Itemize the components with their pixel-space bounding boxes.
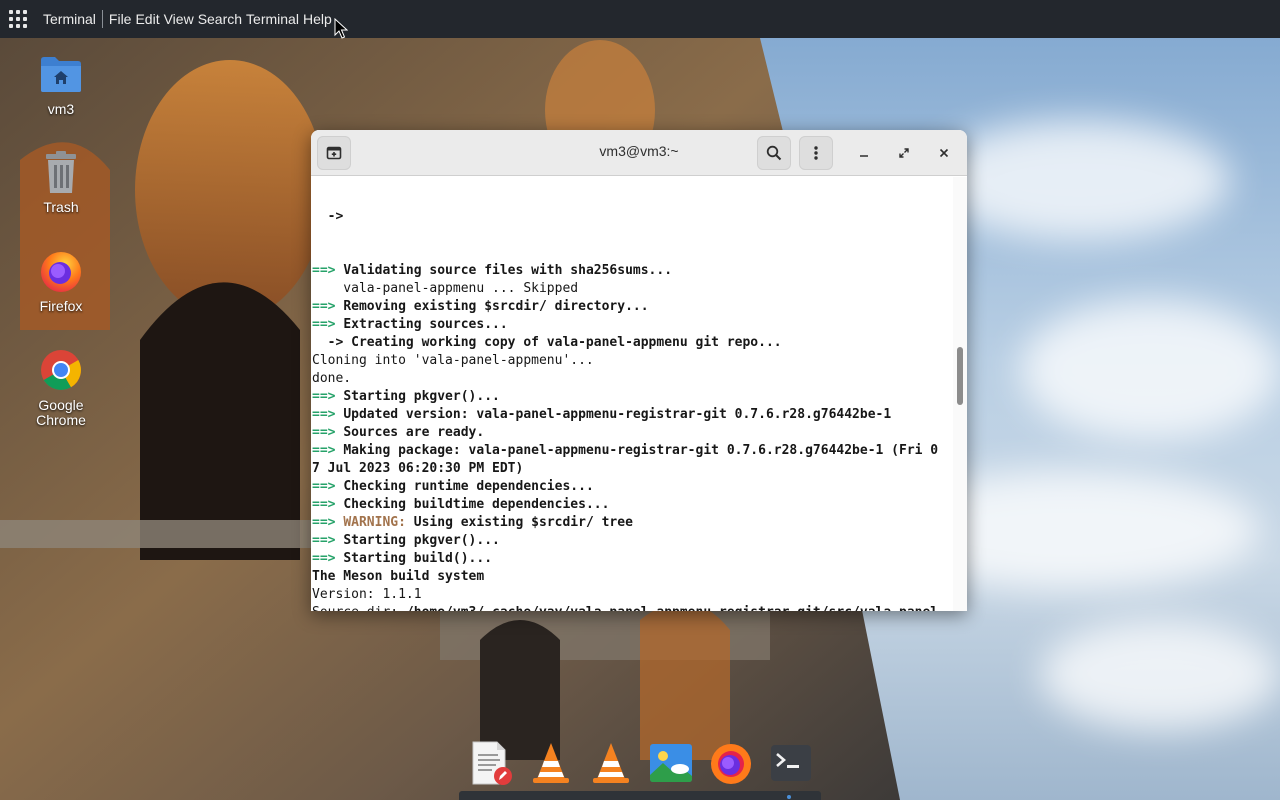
text-editor-icon [472,741,512,785]
desktop-icon-label: vm3 [47,101,75,117]
minimize-button[interactable] [851,140,877,166]
firefox-icon [39,249,83,293]
apps-grid-icon[interactable] [0,0,36,38]
terminal-line: done. [312,371,352,386]
terminal-icon [771,745,811,781]
terminal-line: ==> Starting pkgver()... [312,533,500,548]
menu-search[interactable]: Search [198,11,242,27]
terminal-lines: -> ==> Validating source files with sha2… [312,177,952,611]
terminal-line: Version: 1.1.1 [312,587,422,602]
menu-file[interactable]: File [109,11,132,27]
search-button[interactable] [757,136,791,170]
terminal-line-partial: -> [312,209,352,224]
terminal-line: ==> WARNING: Using existing $srcdir/ tre… [312,515,633,530]
image-viewer-icon [650,744,692,782]
vlc-icon [593,743,629,783]
terminal-output[interactable]: -> ==> Validating source files with sha2… [311,177,967,611]
close-icon [939,148,949,158]
close-button[interactable] [931,140,957,166]
menu-separator [101,10,103,28]
menu-button[interactable] [799,136,833,170]
terminal-line: ==> Making package: vala-panel-appmenu-r… [312,443,939,458]
desktop-icon-label: Firefox [39,298,83,314]
dock-item-vlc-2[interactable] [585,737,637,789]
search-icon [766,145,782,161]
dock-item-firefox[interactable] [705,737,757,789]
desktop-icon-trash[interactable]: Trash [14,150,108,215]
menu-edit[interactable]: Edit [135,11,159,27]
firefox-icon [711,744,751,784]
dock-item-terminal[interactable] [765,737,817,789]
kebab-menu-icon [814,146,818,160]
maximize-button[interactable] [891,140,917,166]
menu-terminal[interactable]: Terminal [246,11,299,27]
desktop-icon-home[interactable]: vm3 [14,52,108,117]
vlc-icon [533,743,569,783]
desktop-icon-firefox[interactable]: Firefox [14,249,108,314]
terminal-line: Source dir: /home/vm3/.cache/yay/vala-pa… [312,604,952,611]
desktop-icon-label: Google Chrome [36,397,86,428]
menu-help[interactable]: Help [303,11,332,27]
terminal-line: vala-panel-appmenu ... Skipped [312,281,579,296]
global-app-menu: Terminal File Edit View Search Terminal … [36,10,332,28]
terminal-line: ==> Checking runtime dependencies... [312,479,594,494]
terminal-line: ==> Sources are ready. [312,425,485,440]
new-tab-button[interactable] [317,136,351,170]
menu-view[interactable]: View [164,11,194,27]
chrome-icon [39,348,83,392]
terminal-scrollbar[interactable] [953,177,967,611]
mouse-pointer-icon [334,18,348,39]
dock [465,735,817,791]
terminal-line: ==> Checking buildtime dependencies... [312,497,610,512]
dock-item-vlc[interactable] [525,737,577,789]
maximize-icon [899,148,909,158]
dock-item-text-editor[interactable] [465,737,517,789]
terminal-line: ==> Removing existing $srcdir/ directory… [312,299,649,314]
dock-item-image-viewer[interactable] [645,737,697,789]
top-bar: Terminal File Edit View Search Terminal … [0,0,1280,38]
minimize-icon [860,155,868,157]
terminal-line: ==> Extracting sources... [312,317,508,332]
home-folder-icon [39,52,83,96]
scrollbar-thumb[interactable] [957,347,963,405]
menu-app-name[interactable]: Terminal [43,11,96,27]
terminal-window: vm3@vm3:~ -> ==> Validating source files… [311,130,967,611]
desktop-icon-chrome[interactable]: Google Chrome [14,348,108,428]
trash-icon [39,150,83,194]
running-indicator [787,795,791,799]
terminal-line: -> Creating working copy of vala-panel-a… [312,335,782,350]
terminal-line: ==> Validating source files with sha256s… [312,263,673,278]
terminal-line: ==> Starting build()... [312,551,493,566]
terminal-line: ==> Starting pkgver()... [312,389,500,404]
terminal-line: Cloning into 'vala-panel-appmenu'... [312,353,594,368]
terminal-line: The Meson build system [312,569,485,584]
desktop-icon-label: Trash [43,199,79,215]
terminal-line: ==> Updated version: vala-panel-appmenu-… [312,407,892,422]
new-tab-icon [326,146,342,160]
terminal-headerbar[interactable]: vm3@vm3:~ [311,130,967,176]
dock-panel [459,791,821,800]
terminal-line: 7 Jul 2023 06:20:30 PM EDT) [312,461,524,476]
